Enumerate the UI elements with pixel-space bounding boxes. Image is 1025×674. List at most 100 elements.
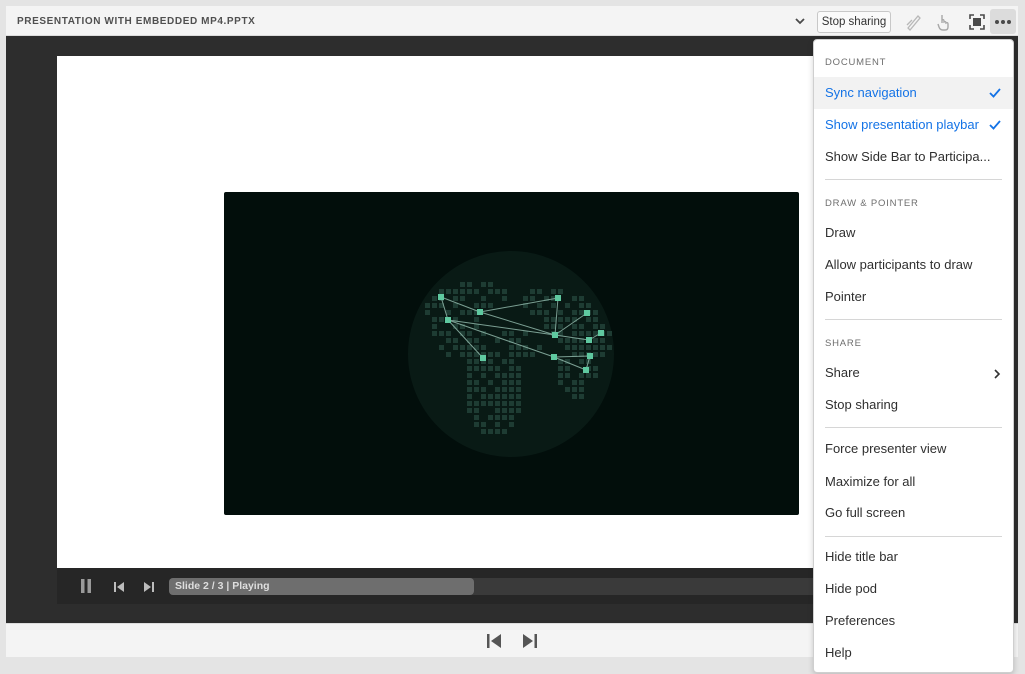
menu-item-preferences[interactable]: Preferences xyxy=(814,605,1013,637)
menu-item-draw[interactable]: Draw xyxy=(814,217,1013,249)
globe-dot xyxy=(551,289,556,294)
globe-dot xyxy=(509,415,514,420)
menu-item-show-presentation-playbar[interactable]: Show presentation playbar xyxy=(814,109,1013,141)
pause-icon[interactable] xyxy=(79,579,93,593)
globe-dot xyxy=(474,415,479,420)
globe-dot xyxy=(432,324,437,329)
embedded-video[interactable] xyxy=(224,192,799,515)
globe-dot xyxy=(439,317,444,322)
menu-item-allow-participants-draw[interactable]: Allow participants to draw xyxy=(814,249,1013,281)
globe-dot xyxy=(600,352,605,357)
globe-dot xyxy=(579,310,584,315)
menu-item-label: Allow participants to draw xyxy=(825,257,973,272)
menu-item-go-full-screen[interactable]: Go full screen xyxy=(814,497,1013,529)
globe-dot xyxy=(579,324,584,329)
menu-item-label: Share xyxy=(825,365,860,380)
globe-dot xyxy=(439,289,444,294)
globe-dot xyxy=(558,380,563,385)
globe-dot xyxy=(565,338,570,343)
checkmark-icon xyxy=(988,118,1002,132)
globe-dot xyxy=(502,289,507,294)
globe-dot xyxy=(495,289,500,294)
menu-item-maximize-for-all[interactable]: Maximize for all xyxy=(814,466,1013,498)
globe-dot xyxy=(502,408,507,413)
globe-dot xyxy=(446,289,451,294)
next-icon[interactable] xyxy=(143,580,155,592)
menu-item-label: Draw xyxy=(825,225,856,240)
more-options-icon[interactable] xyxy=(990,9,1016,34)
pointer-hand-icon[interactable] xyxy=(933,11,955,33)
globe-dot xyxy=(502,331,507,336)
globe-dot xyxy=(474,408,479,413)
globe-dot xyxy=(544,317,549,322)
menu-item-label: Hide title bar xyxy=(825,549,898,564)
globe-dot xyxy=(572,394,577,399)
globe-dot xyxy=(565,387,570,392)
globe-dot xyxy=(516,373,521,378)
globe-dot xyxy=(579,331,584,336)
globe-dot xyxy=(467,408,472,413)
menu-item-show-side-bar[interactable]: Show Side Bar to Participa... xyxy=(814,141,1013,173)
pod-options-menu: DOCUMENT Sync navigation Show presentati… xyxy=(813,39,1014,673)
globe-dot xyxy=(523,331,528,336)
draw-pencil-icon[interactable] xyxy=(903,11,925,33)
globe-dot xyxy=(425,310,430,315)
globe-dot xyxy=(495,352,500,357)
globe-dot xyxy=(544,324,549,329)
menu-item-sync-navigation[interactable]: Sync navigation xyxy=(814,77,1013,109)
menu-item-hide-title-bar[interactable]: Hide title bar xyxy=(814,541,1013,573)
globe-dot xyxy=(488,380,493,385)
globe-dot xyxy=(572,310,577,315)
globe-dot xyxy=(509,352,514,357)
fit-screen-icon[interactable] xyxy=(966,11,988,33)
menu-item-label: Show presentation playbar xyxy=(825,117,979,132)
previous-slide-icon[interactable] xyxy=(486,633,502,649)
globe-dot xyxy=(558,373,563,378)
stop-sharing-button[interactable]: Stop sharing xyxy=(817,11,891,33)
globe-dot xyxy=(467,401,472,406)
globe-dot xyxy=(467,373,472,378)
globe-dot xyxy=(551,317,556,322)
globe-dot xyxy=(453,345,458,350)
globe-dot xyxy=(544,310,549,315)
globe-dot xyxy=(551,303,556,308)
globe-dot xyxy=(565,303,570,308)
globe-dot xyxy=(460,282,465,287)
globe-dot xyxy=(565,373,570,378)
globe-dot xyxy=(502,359,507,364)
globe-dot xyxy=(558,289,563,294)
menu-item-help[interactable]: Help xyxy=(814,637,1013,669)
globe-dot xyxy=(516,387,521,392)
chevron-down-icon[interactable] xyxy=(792,13,808,29)
menu-item-force-presenter-view[interactable]: Force presenter view xyxy=(814,433,1013,465)
globe-dot xyxy=(453,296,458,301)
globe-dot xyxy=(495,401,500,406)
globe-dot xyxy=(474,387,479,392)
globe-dot xyxy=(509,422,514,427)
globe-dot xyxy=(572,331,577,336)
globe-dot xyxy=(453,289,458,294)
globe-dot xyxy=(509,408,514,413)
globe-dot xyxy=(523,352,528,357)
globe-dot xyxy=(481,387,486,392)
menu-item-share[interactable]: Share xyxy=(814,357,1013,389)
globe-dot xyxy=(481,373,486,378)
menu-item-label: Pointer xyxy=(825,289,867,304)
globe-dot xyxy=(516,352,521,357)
menu-item-pointer[interactable]: Pointer xyxy=(814,281,1013,313)
menu-item-stop-sharing[interactable]: Stop sharing xyxy=(814,389,1013,421)
next-slide-icon[interactable] xyxy=(522,633,538,649)
playbar-progress-track[interactable]: Slide 2 / 3 | Playing xyxy=(169,578,817,595)
globe-dot xyxy=(600,345,605,350)
globe-dot xyxy=(558,317,563,322)
document-title: PRESENTATION WITH EMBEDDED MP4.PPTX xyxy=(17,16,256,27)
globe-dot xyxy=(572,296,577,301)
globe-dot xyxy=(579,296,584,301)
previous-icon[interactable] xyxy=(113,580,125,592)
globe-dot xyxy=(593,317,598,322)
globe-dot xyxy=(502,380,507,385)
section-header-draw-pointer: DRAW & POINTER xyxy=(825,198,919,209)
globe-dot xyxy=(474,359,479,364)
menu-item-hide-pod[interactable]: Hide pod xyxy=(814,573,1013,605)
globe-dot xyxy=(502,415,507,420)
